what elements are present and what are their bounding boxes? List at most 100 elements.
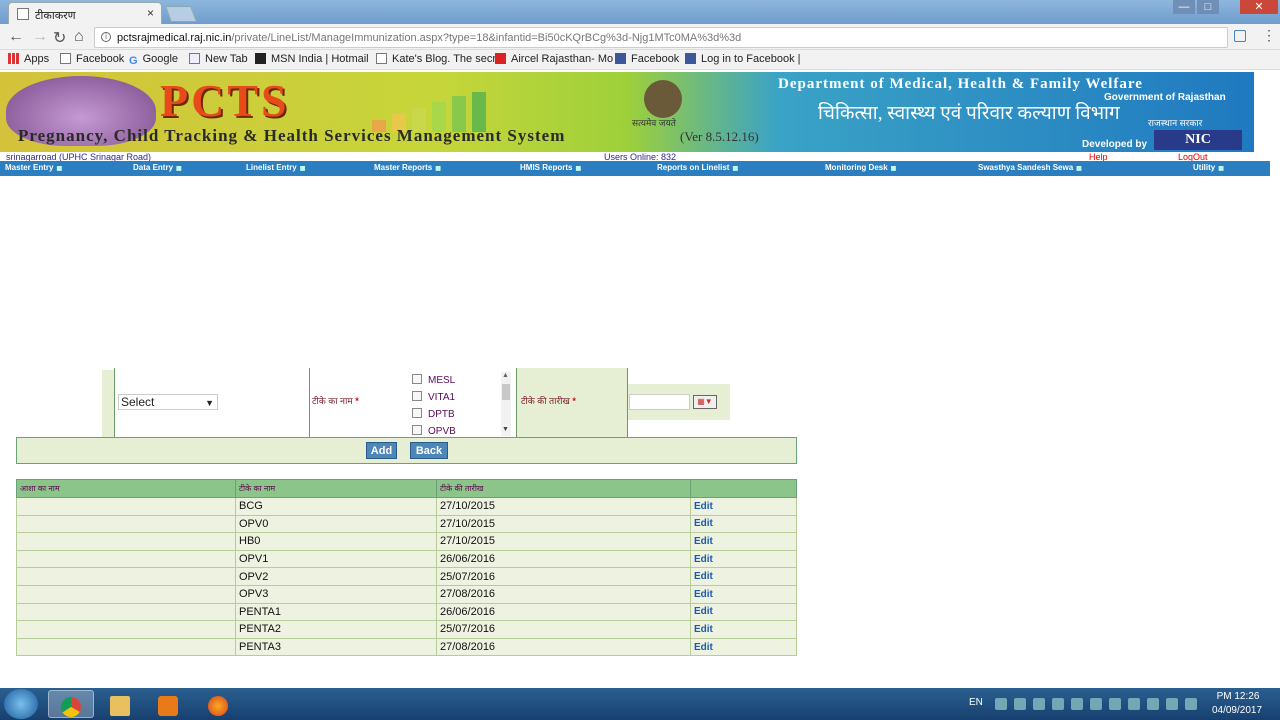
volume-icon[interactable] xyxy=(1166,698,1178,710)
asha-cell xyxy=(16,637,236,657)
close-window-button[interactable]: ✕ xyxy=(1240,0,1278,14)
reload-icon[interactable]: ↻ xyxy=(53,28,66,48)
tray-icon[interactable] xyxy=(1090,698,1102,710)
menu-hmis-reports[interactable]: HMIS Reports ▦ xyxy=(520,163,581,172)
scroll-up-icon[interactable]: ▲ xyxy=(502,372,509,379)
bookmark-aircel[interactable]: Aircel Rajasthan- Mo xyxy=(495,53,613,65)
table-row: HB0 27/10/2015 Edit xyxy=(16,532,797,551)
bookmark-facebook[interactable]: Facebook xyxy=(60,53,124,65)
date-cell: 25/07/2016 xyxy=(436,567,691,586)
checkbox[interactable] xyxy=(412,374,422,384)
info-icon[interactable]: i xyxy=(101,32,111,42)
clock-date[interactable]: 04/09/2017 xyxy=(1209,705,1265,716)
menu-linelist-entry[interactable]: Linelist Entry ▦ xyxy=(246,163,305,172)
bookmark-google[interactable]: G Google xyxy=(129,53,178,67)
department-title-hindi: चिकित्सा, स्वास्थ्य एवं परिवार कल्याण वि… xyxy=(818,103,1120,124)
menu-label: Master Reports xyxy=(374,163,433,172)
checkbox[interactable] xyxy=(412,425,422,435)
date-cell: 27/10/2015 xyxy=(436,497,691,516)
bookmark-label: Facebook xyxy=(631,53,680,65)
edit-link[interactable]: Edit xyxy=(690,567,797,586)
language-indicator[interactable]: EN xyxy=(969,697,983,708)
scroll-down-icon[interactable]: ▼ xyxy=(502,426,509,433)
vaccine-cell: BCG xyxy=(235,497,437,516)
edit-link[interactable]: Edit xyxy=(690,584,797,604)
start-button[interactable] xyxy=(4,689,38,719)
action-center-icon[interactable] xyxy=(1185,698,1197,710)
bookmark-label: Apps xyxy=(24,53,50,65)
bookmark-kates-blog[interactable]: Kate's Blog. The secr xyxy=(376,53,496,65)
taskbar-firefox[interactable] xyxy=(196,690,242,718)
edit-link[interactable]: Edit xyxy=(690,549,797,569)
menu-master-entry[interactable]: Master Entry ▦ xyxy=(5,163,62,172)
apps-grid-icon xyxy=(8,53,19,64)
browser-tab[interactable]: टीकाकरण × xyxy=(8,2,162,24)
edit-link[interactable]: Edit xyxy=(690,532,797,551)
scrollbar-thumb[interactable] xyxy=(502,384,510,400)
edit-link[interactable]: Edit xyxy=(690,602,797,622)
taskbar-explorer[interactable] xyxy=(98,690,144,718)
vaccine-option[interactable]: VITA1 xyxy=(412,391,455,403)
address-bar[interactable]: i pctsrajmedical.raj.nic.in/private/Line… xyxy=(94,27,1228,48)
forward-arrow-icon[interactable]: → xyxy=(32,28,48,46)
table-row: OPV3 27/08/2016 Edit xyxy=(16,584,797,604)
checkbox[interactable] xyxy=(412,391,422,401)
extension-icon[interactable] xyxy=(1234,30,1246,42)
new-tab-button[interactable] xyxy=(165,6,197,22)
bookmark-facebook-login[interactable]: Log in to Facebook | xyxy=(685,53,800,65)
vaccine-option[interactable]: OPVB xyxy=(412,425,456,437)
taskbar-media-player[interactable] xyxy=(146,690,192,718)
browser-menu-icon[interactable]: ⋮ xyxy=(1262,27,1276,44)
vaccine-option[interactable]: MESL xyxy=(412,374,455,386)
edit-link[interactable]: Edit xyxy=(690,637,797,657)
table-row: BCG 27/10/2015 Edit xyxy=(16,497,797,516)
tray-icon[interactable] xyxy=(995,698,1007,710)
bookmark-new-tab[interactable]: New Tab xyxy=(189,53,248,65)
vaccine-option[interactable]: DPTB xyxy=(412,408,455,420)
vaccine-option-label: MESL xyxy=(428,375,456,386)
url-path: /private/LineList/ManageImmunization.asp… xyxy=(231,32,742,44)
add-button[interactable]: Add xyxy=(366,442,397,459)
tray-icon[interactable] xyxy=(1033,698,1045,710)
table-row: PENTA2 25/07/2016 Edit xyxy=(16,620,797,639)
menu-reports-on-linelist[interactable]: Reports on Linelist ▦ xyxy=(657,163,738,172)
bookmark-msn[interactable]: MSN India | Hotmail xyxy=(255,53,369,65)
asha-cell xyxy=(16,532,236,551)
tray-icon[interactable] xyxy=(1052,698,1064,710)
table-row: PENTA3 27/08/2016 Edit xyxy=(16,637,797,657)
tray-icon[interactable] xyxy=(1128,698,1140,710)
taskbar-chrome[interactable] xyxy=(48,690,94,718)
bluetooth-icon[interactable] xyxy=(1071,698,1083,710)
edit-link[interactable]: Edit xyxy=(690,514,797,534)
checkbox[interactable] xyxy=(412,408,422,418)
menu-swasthya-sandesh-sewa[interactable]: Swasthya Sandesh Sewa ▦ xyxy=(978,163,1082,172)
minimize-window-button[interactable]: — xyxy=(1173,0,1195,14)
menu-utility[interactable]: Utility ▦ xyxy=(1193,163,1224,172)
edit-link[interactable]: Edit xyxy=(690,620,797,639)
vaccine-checkbox-list[interactable]: MESL VITA1 DPTB OPVB ▲ ▼ xyxy=(407,370,515,437)
menu-data-entry[interactable]: Data Entry ▦ xyxy=(133,163,182,172)
network-icon[interactable] xyxy=(1147,698,1159,710)
back-button[interactable]: Back xyxy=(410,442,448,459)
close-tab-icon[interactable]: × xyxy=(147,6,154,20)
clock-time[interactable]: PM 12:26 xyxy=(1215,691,1261,702)
department-title: Department of Medical, Health & Family W… xyxy=(778,76,1143,92)
column-header-asha: आशा का नाम xyxy=(16,479,236,498)
tray-icon[interactable] xyxy=(1014,698,1026,710)
vaccine-date-input[interactable] xyxy=(629,394,690,410)
bookmark-facebook-2[interactable]: Facebook xyxy=(615,53,679,65)
asha-select[interactable]: Select ▼ xyxy=(118,394,218,410)
tray-icon[interactable] xyxy=(1109,698,1121,710)
maximize-window-button[interactable]: □ xyxy=(1197,0,1219,14)
home-icon[interactable]: ⌂ xyxy=(74,28,84,46)
media-player-icon xyxy=(158,696,178,716)
calendar-icon[interactable]: ▦▼ xyxy=(693,395,717,409)
immunization-table: आशा का नाम टीके का नाम टीके की तारीख BCG… xyxy=(16,479,797,657)
menu-monitoring-desk[interactable]: Monitoring Desk ▦ xyxy=(825,163,896,172)
back-arrow-icon[interactable]: ← xyxy=(8,28,24,46)
edit-link[interactable]: Edit xyxy=(690,497,797,516)
bookmark-apps[interactable]: Apps xyxy=(8,53,49,65)
vaccine-name-label: टीके का नाम * xyxy=(312,394,359,407)
menu-master-reports[interactable]: Master Reports ▦ xyxy=(374,163,441,172)
vaccine-list-scrollbar[interactable]: ▲ ▼ xyxy=(501,372,511,436)
